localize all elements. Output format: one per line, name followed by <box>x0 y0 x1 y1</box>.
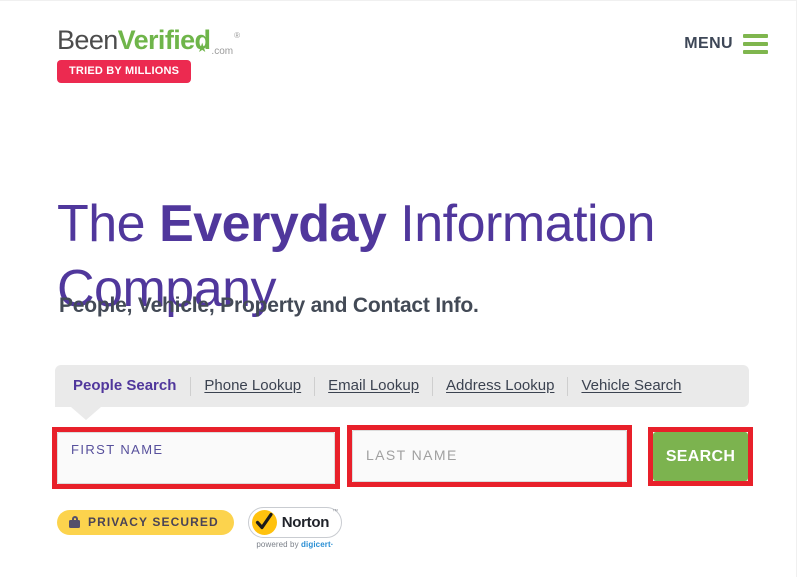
tab-phone-lookup[interactable]: Phone Lookup <box>191 377 314 395</box>
active-tab-pointer <box>71 407 101 420</box>
tab-people-search[interactable]: People Search <box>69 377 190 395</box>
page-root: BeenVerified★ .com® TRIED BY MILLIONS MEN… <box>0 0 797 577</box>
logo-text-been: Been <box>57 25 118 55</box>
privacy-secured-label: PRIVACY SECURED <box>88 515 219 529</box>
logo-text-dotcom: .com <box>211 46 234 57</box>
digicert-label: digicert· <box>301 540 334 549</box>
site-logo[interactable]: BeenVerified★ .com® <box>57 25 240 62</box>
norton-trademark-icon: ™ <box>332 509 339 515</box>
page-subtitle: People, Vehicle, Property and Contact In… <box>59 294 479 317</box>
norton-badge[interactable]: Norton ™ <box>247 507 343 538</box>
norton-powered-by: powered by digicert· <box>256 540 333 549</box>
search-type-tabbar: People Search Phone Lookup Email Lookup … <box>55 365 749 420</box>
norton-label: Norton <box>281 514 330 531</box>
menu-label: MENU <box>684 34 733 52</box>
menu-button[interactable]: MENU <box>684 33 768 54</box>
privacy-secured-badge: PRIVACY SECURED <box>57 510 234 535</box>
norton-checkmark-icon <box>251 510 277 535</box>
highlight-box-search-button <box>648 427 753 486</box>
tab-vehicle-search[interactable]: Vehicle Search <box>568 377 694 395</box>
norton-seal[interactable]: Norton ™ powered by digicert· <box>247 507 343 549</box>
hamburger-icon[interactable] <box>743 33 768 54</box>
lock-icon <box>69 516 80 528</box>
tab-address-lookup[interactable]: Address Lookup <box>433 377 567 395</box>
tab-email-lookup[interactable]: Email Lookup <box>315 377 432 395</box>
site-header: BeenVerified★ .com® TRIED BY MILLIONS MEN… <box>0 1 796 101</box>
page-title-part1: The <box>57 194 160 253</box>
logo-registered-icon: ® <box>234 31 240 40</box>
tried-by-millions-badge: TRIED BY MILLIONS <box>57 60 192 83</box>
logo-wordmark: BeenVerified★ .com® <box>57 25 240 57</box>
norton-powered-by-text: powered by <box>256 540 302 549</box>
highlight-box-first-name <box>52 427 340 489</box>
highlight-box-last-name <box>347 425 632 487</box>
trust-badges: PRIVACY SECURED Norton ™ powered by digi… <box>57 507 343 549</box>
page-title-emphasis: Everyday <box>159 194 387 253</box>
